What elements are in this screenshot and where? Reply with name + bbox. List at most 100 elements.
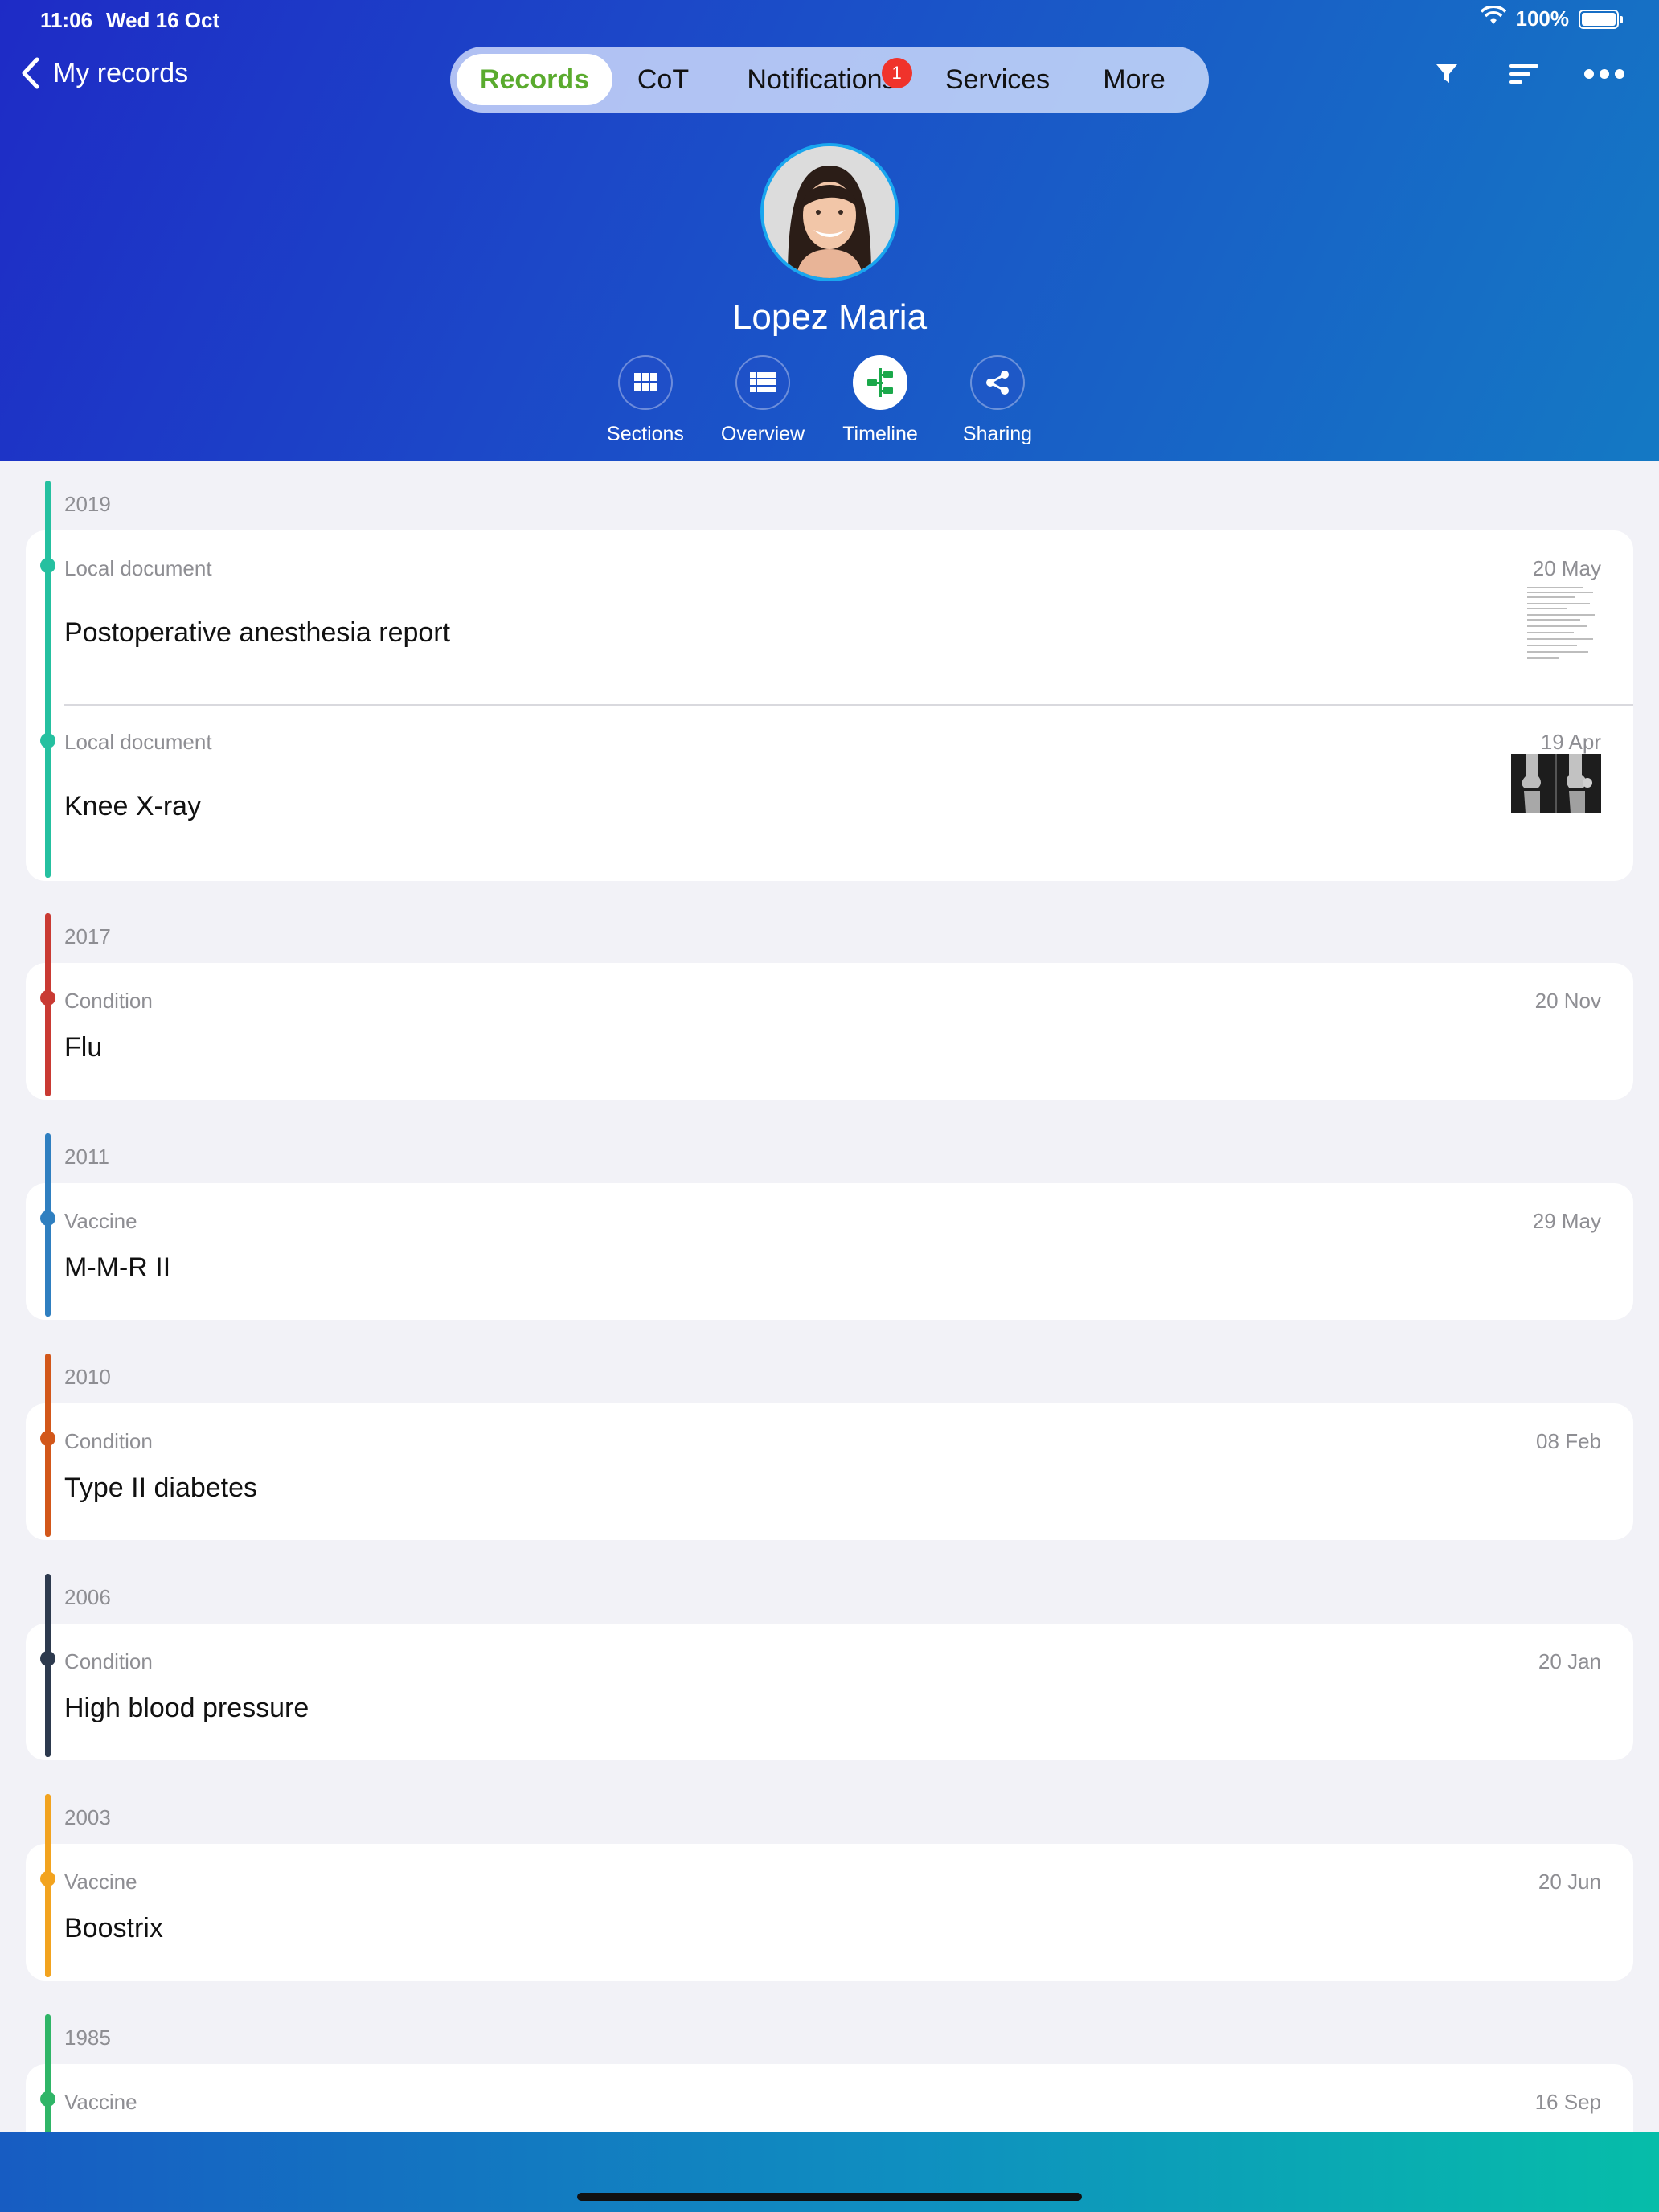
- year-label: 2010: [64, 1365, 111, 1389]
- tab-more[interactable]: More: [1066, 54, 1202, 105]
- timeline-card: Vaccine 29 May M-M-R II: [26, 1183, 1633, 1320]
- timeline-entry-knee-xray[interactable]: Local document 19 Apr Knee X-ray: [26, 706, 1633, 881]
- sort-icon[interactable]: [1505, 55, 1543, 93]
- view-sections[interactable]: Sections: [603, 355, 688, 446]
- view-label: Sections: [607, 423, 684, 445]
- timeline-dot: [40, 558, 55, 573]
- view-switcher: Sections Overview Timeline Sharing: [603, 355, 1040, 446]
- timeline-entry-diabetes[interactable]: Condition 08 Feb Type II diabetes: [26, 1403, 1633, 1540]
- year-label: 2003: [64, 1805, 111, 1829]
- share-icon: [970, 355, 1025, 410]
- bottom-bar: [0, 2132, 1659, 2212]
- xray-thumbnail: [1511, 754, 1601, 813]
- back-button[interactable]: My records: [19, 56, 188, 90]
- timeline-entry-boostrix[interactable]: Vaccine 20 Jun Boostrix: [26, 1844, 1633, 1981]
- grid-icon: [618, 355, 673, 410]
- timeline-dot: [40, 2091, 55, 2107]
- timeline-entry-mmr[interactable]: Vaccine 29 May M-M-R II: [26, 1183, 1633, 1320]
- timeline-entry-blood-pressure[interactable]: Condition 20 Jan High blood pressure: [26, 1624, 1633, 1760]
- status-date: Wed 16 Oct: [106, 8, 220, 32]
- timeline-card: Local document 20 May Postoperative anes…: [26, 530, 1633, 881]
- view-overview[interactable]: Overview: [720, 355, 805, 446]
- battery-icon: [1579, 9, 1623, 29]
- view-label: Timeline: [842, 423, 918, 445]
- timeline-dot: [40, 1210, 55, 1226]
- home-indicator[interactable]: [577, 2193, 1082, 2201]
- timeline-card: Condition 20 Nov Flu: [26, 963, 1633, 1100]
- view-sharing[interactable]: Sharing: [955, 355, 1040, 446]
- tab-label-text: Notifications: [747, 63, 896, 95]
- entry-type: Vaccine: [64, 1209, 137, 1233]
- timeline-group-2006: 2006 Condition 20 Jan High blood pressur…: [0, 1555, 1659, 1760]
- battery-percent: 100%: [1515, 6, 1570, 31]
- entry-title: Type II diabetes: [64, 1473, 258, 1503]
- entry-type: Condition: [64, 1429, 153, 1453]
- app-screen: 11:06 Wed 16 Oct 100% My records Records…: [0, 0, 1659, 2212]
- avatar[interactable]: [760, 143, 899, 281]
- entry-type: Local document: [64, 730, 212, 754]
- tab-cot[interactable]: CoT: [612, 54, 714, 105]
- segmented-tab-bar: Records CoT Notifications 1 Services Mor…: [450, 47, 1209, 113]
- year-label: 1985: [64, 2026, 111, 2050]
- tab-records[interactable]: Records: [457, 54, 612, 105]
- year-label: 2011: [64, 1145, 109, 1169]
- entry-type: Vaccine: [64, 2090, 137, 2114]
- timeline-group-2019: 2019 Local document 20 May Postoperative…: [0, 461, 1659, 881]
- timeline-group-2010: 2010 Condition 08 Feb Type II diabetes: [0, 1334, 1659, 1540]
- year-label: 2006: [64, 1585, 111, 1609]
- wifi-icon: [1480, 5, 1506, 31]
- view-label: Sharing: [962, 423, 1033, 445]
- entry-date: 19 Apr: [1540, 730, 1601, 754]
- patient-name: Lopez Maria: [731, 297, 928, 337]
- timeline-line: [45, 481, 51, 878]
- filter-icon[interactable]: [1428, 55, 1466, 93]
- more-options-icon[interactable]: [1582, 55, 1627, 93]
- timeline-card: Condition 20 Jan High blood pressure: [26, 1624, 1633, 1760]
- timeline-dot: [40, 1431, 55, 1446]
- back-button-label: My records: [53, 57, 189, 88]
- timeline-card: Vaccine 20 Jun Boostrix: [26, 1844, 1633, 1981]
- status-bar: 11:06 Wed 16 Oct 100%: [0, 0, 1659, 39]
- entry-date: 20 Jan: [1538, 1649, 1601, 1673]
- list-icon: [735, 355, 790, 410]
- entry-date: 16 Sep: [1534, 2090, 1601, 2114]
- timeline-card: Condition 08 Feb Type II diabetes: [26, 1403, 1633, 1540]
- entry-title: High blood pressure: [64, 1693, 309, 1723]
- year-label: 2017: [64, 924, 111, 948]
- entry-title: Postoperative anesthesia report: [64, 617, 451, 648]
- entry-title: M-M-R II: [64, 1252, 171, 1283]
- status-indicators: 100%: [1480, 5, 1623, 31]
- entry-date: 29 May: [1532, 1209, 1601, 1233]
- chevron-left-icon: [22, 57, 39, 89]
- timeline-icon: [853, 355, 907, 410]
- timeline-group-2003: 2003 Vaccine 20 Jun Boostrix: [0, 1775, 1659, 1981]
- entry-type: Vaccine: [64, 1870, 137, 1894]
- timeline-dot: [40, 733, 55, 748]
- timeline-entry-flu[interactable]: Condition 20 Nov Flu: [26, 963, 1633, 1100]
- tab-notifications[interactable]: Notifications 1: [714, 54, 929, 105]
- tab-label: Services: [944, 63, 1051, 95]
- header: 11:06 Wed 16 Oct 100% My records Records…: [0, 0, 1659, 461]
- timeline-dot: [40, 990, 55, 1006]
- entry-type: Local document: [64, 556, 212, 580]
- entry-date: 20 May: [1532, 556, 1601, 580]
- status-time: 11:06: [40, 8, 93, 32]
- timeline-entry-anesthesia-report[interactable]: Local document 20 May Postoperative anes…: [26, 530, 1633, 704]
- timeline-group-2011: 2011 Vaccine 29 May M-M-R II: [0, 1114, 1659, 1320]
- view-timeline[interactable]: Timeline: [838, 355, 923, 446]
- entry-title: Boostrix: [64, 1913, 163, 1944]
- entry-date: 08 Feb: [1536, 1429, 1601, 1453]
- tab-services[interactable]: Services: [929, 54, 1066, 105]
- tab-label: More: [1103, 63, 1165, 95]
- notification-badge: 1: [881, 57, 912, 88]
- timeline-dot: [40, 1651, 55, 1666]
- view-label: Overview: [720, 423, 805, 445]
- tab-label: Notifications 1: [747, 57, 912, 96]
- entry-type: Condition: [64, 1649, 153, 1673]
- tab-label: Records: [479, 63, 590, 95]
- entry-date: 20 Nov: [1534, 989, 1601, 1013]
- entry-title: Flu: [64, 1032, 103, 1063]
- document-thumbnail: [1524, 582, 1601, 666]
- entry-date: 20 Jun: [1538, 1870, 1601, 1894]
- timeline-group-2017: 2017 Condition 20 Nov Flu: [0, 894, 1659, 1100]
